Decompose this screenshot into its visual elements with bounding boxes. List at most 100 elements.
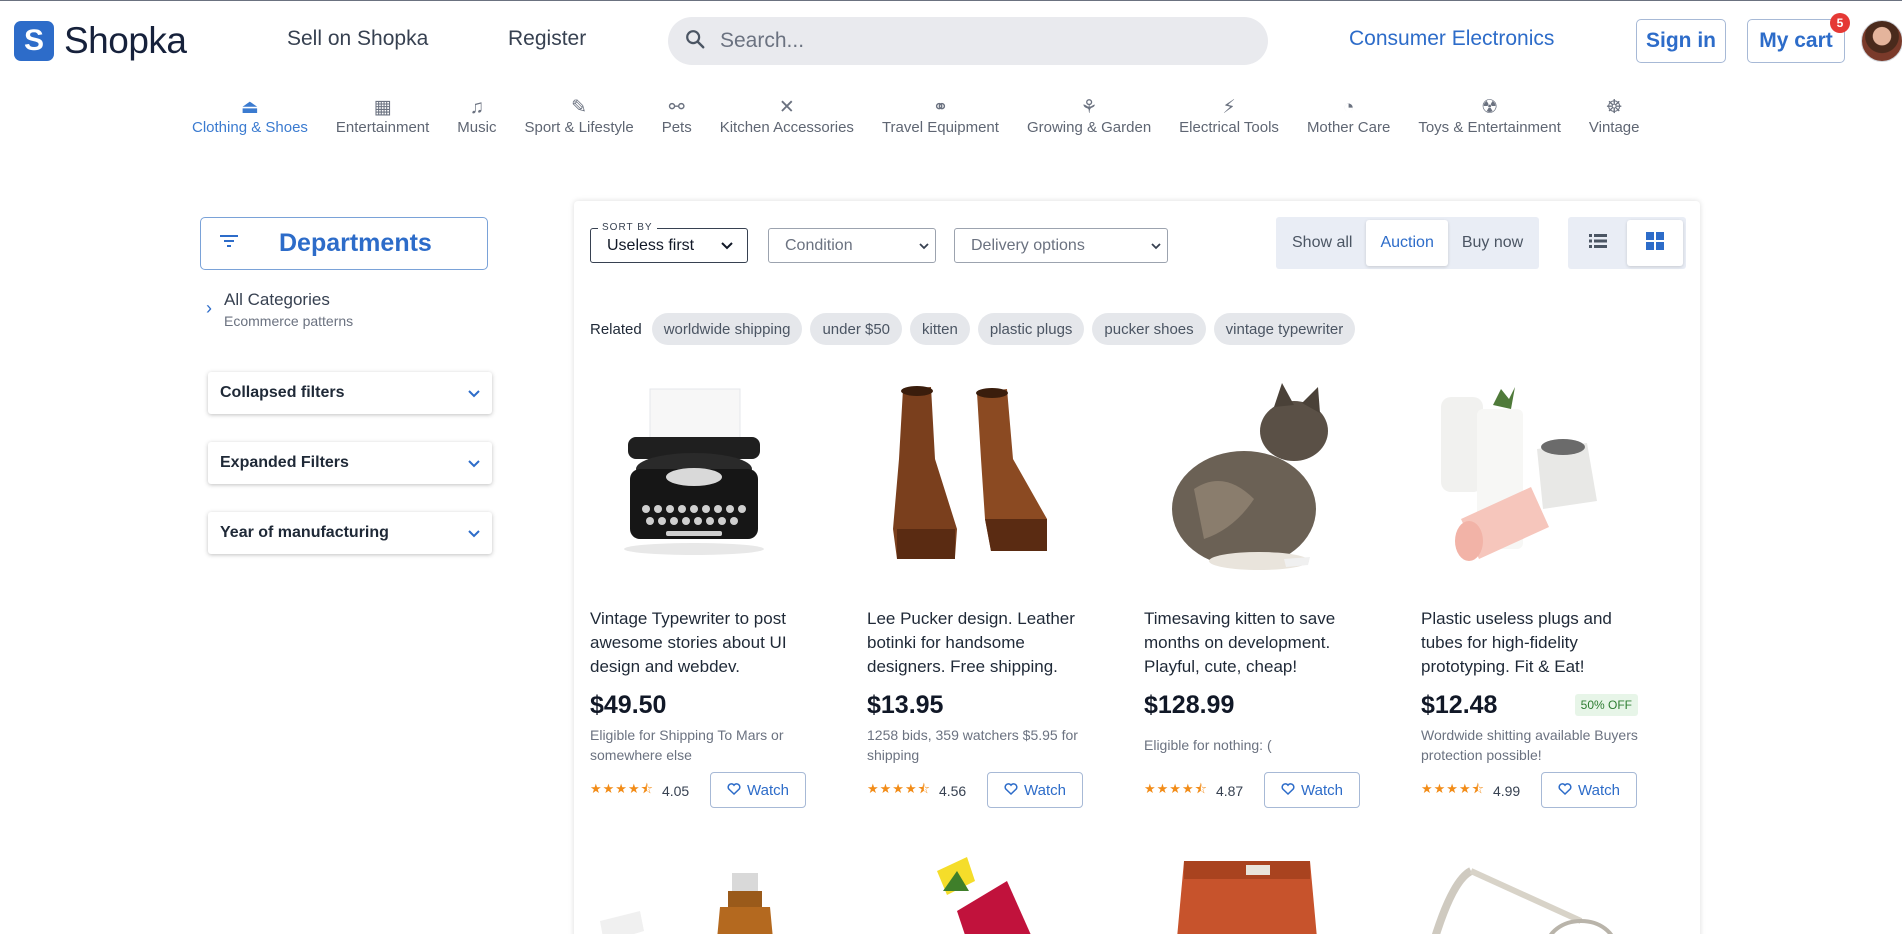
- chip-pucker-shoes[interactable]: pucker shoes: [1092, 313, 1206, 345]
- watch-label: Watch: [1301, 781, 1343, 799]
- category-travel-equipment[interactable]: ⚭ Travel Equipment: [882, 97, 999, 136]
- watch-button[interactable]: Watch: [987, 772, 1083, 808]
- logo[interactable]: S Shopka: [14, 20, 187, 62]
- product-image-bottle[interactable]: [580, 851, 807, 934]
- chevron-down-icon: [919, 237, 929, 255]
- product-image-boots[interactable]: [857, 369, 1084, 591]
- delivery-value: Delivery options: [971, 236, 1085, 254]
- product-card[interactable]: Timesaving kitten to save months on deve…: [1128, 369, 1373, 808]
- product-card[interactable]: Lee Pucker design. Leather botinki for h…: [851, 369, 1096, 808]
- segment-show-all[interactable]: Show all: [1278, 220, 1366, 266]
- delivery-select[interactable]: Delivery options: [954, 228, 1168, 263]
- departments-label: Departments: [279, 229, 432, 257]
- departments-button[interactable]: Departments: [200, 217, 488, 270]
- category-toys-entertainment[interactable]: ☢ Toys & Entertainment: [1418, 97, 1561, 136]
- consumer-electronics-link[interactable]: Consumer Electronics: [1349, 27, 1554, 51]
- chip-under-50[interactable]: under $50: [810, 313, 903, 345]
- all-categories-title: All Categories: [224, 290, 330, 309]
- category-entertainment[interactable]: ▦ Entertainment: [336, 97, 429, 136]
- chip-kitten[interactable]: kitten: [910, 313, 970, 345]
- watch-button[interactable]: Watch: [710, 772, 806, 808]
- chip-plastic-plugs[interactable]: plastic plugs: [977, 313, 1085, 345]
- product-image-kitten[interactable]: [1134, 369, 1361, 591]
- product-image-plastic-plugs[interactable]: [1411, 369, 1638, 591]
- category-kitchen-accessories[interactable]: ✕ Kitchen Accessories: [720, 97, 854, 136]
- chip-worldwide-shipping[interactable]: worldwide shipping: [651, 313, 803, 345]
- condition-select[interactable]: Condition: [768, 228, 936, 263]
- all-categories-link[interactable]: › All Categories Ecommerce patterns: [206, 290, 353, 329]
- bone-icon: ⚯: [668, 97, 685, 118]
- search-icon: [684, 28, 706, 55]
- chip-vintage-typewriter[interactable]: vintage typewriter: [1213, 313, 1356, 345]
- filter-expanded[interactable]: Expanded Filters: [208, 442, 492, 484]
- product-title[interactable]: Lee Pucker design. Leather botinki for h…: [867, 607, 1093, 679]
- view-toggle: [1568, 217, 1686, 269]
- music-note-icon: ♫: [469, 97, 484, 118]
- sort-select[interactable]: SORT BY Useless first: [590, 222, 748, 263]
- heart-icon: [1558, 782, 1572, 799]
- sign-in-button[interactable]: Sign in: [1636, 19, 1726, 63]
- watch-button[interactable]: Watch: [1541, 772, 1637, 808]
- category-sport-lifestyle[interactable]: ✎ Sport & Lifestyle: [524, 97, 633, 136]
- search-input[interactable]: [720, 29, 1220, 53]
- product-image-typewriter[interactable]: [580, 369, 807, 591]
- listing-type-toggle: Show all Auction Buy now: [1276, 217, 1540, 269]
- category-label: Electrical Tools: [1179, 119, 1279, 136]
- filter-year-of-manufacturing[interactable]: Year of manufacturing: [208, 512, 492, 554]
- segment-buy-now[interactable]: Buy now: [1448, 220, 1537, 266]
- star-rating: ★★★★⯪ 4.05: [590, 780, 689, 802]
- rating-value: 4.56: [938, 783, 967, 799]
- category-growing-garden[interactable]: ⚘ Growing & Garden: [1027, 97, 1151, 136]
- product-title[interactable]: Timesaving kitten to save months on deve…: [1144, 607, 1370, 679]
- grid-view-button[interactable]: [1627, 220, 1683, 266]
- category-music[interactable]: ♫ Music: [457, 97, 496, 136]
- filter-label: Expanded Filters: [220, 454, 349, 471]
- all-categories-subtitle: Ecommerce patterns: [224, 313, 354, 329]
- product-image-stationery[interactable]: [857, 851, 1084, 934]
- filter-label: Collapsed filters: [220, 384, 345, 401]
- chevron-down-icon: [468, 455, 480, 471]
- chevron-down-icon: [1151, 237, 1161, 255]
- product-title[interactable]: Plastic useless plugs and tubes for high…: [1421, 607, 1647, 679]
- filter-collapsed[interactable]: Collapsed filters: [208, 372, 492, 414]
- binoculars-icon: ⚭: [932, 97, 949, 118]
- category-label: Vintage: [1588, 119, 1640, 136]
- segment-auction[interactable]: Auction: [1366, 220, 1448, 266]
- ship-wheel-icon: ☸: [1605, 97, 1623, 118]
- category-vintage[interactable]: ☸ Vintage: [1589, 97, 1640, 136]
- my-cart-button[interactable]: My cart 5: [1747, 13, 1850, 63]
- category-label: Growing & Garden: [1026, 119, 1152, 136]
- register-link[interactable]: Register: [508, 27, 586, 51]
- list-view-button[interactable]: [1570, 220, 1626, 266]
- avatar[interactable]: [1861, 20, 1902, 62]
- search-bar[interactable]: [668, 17, 1268, 65]
- product-card[interactable]: Plastic useless plugs and tubes for high…: [1405, 369, 1650, 808]
- heart-icon: [727, 782, 741, 799]
- category-clothing-shoes[interactable]: ⏏ Clothing & Shoes: [192, 97, 308, 136]
- product-price: $128.99: [1144, 691, 1235, 719]
- product-price: $12.48: [1421, 691, 1498, 719]
- product-image-shorts[interactable]: [1134, 851, 1361, 934]
- heart-icon: [1281, 782, 1295, 799]
- stars-icon: ★★★★⯪: [1144, 781, 1208, 796]
- product-price: $13.95: [867, 691, 944, 719]
- watch-label: Watch: [1578, 781, 1620, 799]
- product-title[interactable]: Vintage Typewriter to post awesome stori…: [590, 607, 816, 679]
- wheat-icon: ⚘: [1080, 97, 1098, 118]
- category-mother-care[interactable]: ◔ Mother Care: [1307, 97, 1390, 136]
- star-rating: ★★★★⯪ 4.87: [1144, 780, 1243, 802]
- category-pets[interactable]: ⚯ Pets: [662, 97, 692, 136]
- chevron-right-icon: ›: [206, 298, 212, 318]
- product-info: Wordwide shitting available Buyers prote…: [1421, 727, 1638, 763]
- product-card[interactable]: Vintage Typewriter to post awesome stori…: [574, 369, 819, 808]
- product-image-glasses[interactable]: [1411, 851, 1638, 934]
- watch-button[interactable]: Watch: [1264, 772, 1360, 808]
- window-top-border: [0, 0, 1902, 1]
- stars-icon: ★★★★⯪: [590, 781, 654, 796]
- product-panel: SORT BY Useless first Condition Delivery…: [574, 201, 1700, 934]
- category-label: Mother Care: [1306, 119, 1391, 136]
- product-info: Eligible for Shipping To Mars or somewhe…: [590, 727, 784, 763]
- sell-link[interactable]: Sell on Shopka: [287, 27, 428, 51]
- stars-icon: ★★★★⯪: [867, 781, 931, 796]
- category-electrical-tools[interactable]: ⚡ Electrical Tools: [1179, 97, 1279, 136]
